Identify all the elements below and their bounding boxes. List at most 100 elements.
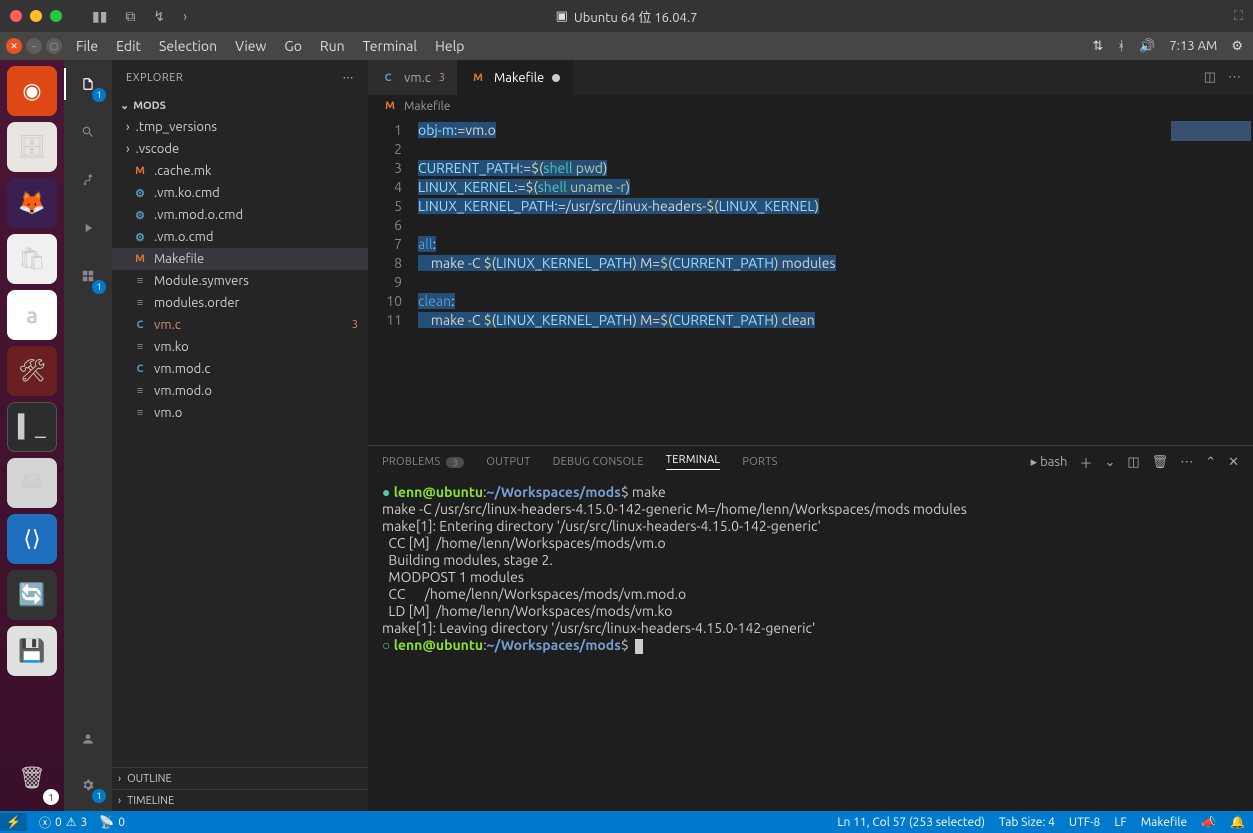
terminal-app[interactable]: ▍_ [7,402,57,452]
language-mode[interactable]: Makefile [1141,816,1187,829]
maximize-window-button[interactable] [50,10,62,22]
extensions-activity[interactable]: 1 [74,262,102,290]
tab-vm.c[interactable]: Cvm.c3 [368,60,458,95]
trash-app[interactable]: 🗑 [7,753,57,803]
minimap[interactable] [1163,117,1253,445]
file-Module.symvers[interactable]: ≡Module.symvers [112,270,368,292]
maximize-panel-icon[interactable]: ⌃ [1205,455,1216,470]
breadcrumb[interactable]: M Makefile [368,95,1253,117]
feedback-icon[interactable]: 📣 [1201,815,1216,829]
menu-terminal[interactable]: Terminal [363,38,418,54]
ports-status[interactable]: 📡 0 [99,815,125,829]
source-control-activity[interactable] [74,166,102,194]
bluetooth-icon[interactable]: ᚼ [1117,39,1125,53]
wrench-icon[interactable]: ↯ [153,8,165,25]
file-.vscode[interactable]: ›.vscode [112,138,368,160]
encoding[interactable]: UTF-8 [1069,816,1100,829]
close-button[interactable]: ✕ [6,38,22,54]
more-icon[interactable]: ⋯ [343,71,355,84]
accounts-activity[interactable] [74,725,102,753]
cursor-position[interactable]: Ln 11, Col 57 (253 selected) [837,816,985,829]
close-window-button[interactable] [10,10,22,22]
vscode-app[interactable]: ⟨⟩ [7,514,57,564]
editor-area: Cvm.c3MMakefile ◫ ⋯ M Makefile 123456789… [368,60,1253,811]
file-.vm.mod.o.cmd[interactable]: ⚙.vm.mod.o.cmd [112,204,368,226]
firefox-app[interactable]: 🦊 [7,178,57,228]
clock[interactable]: 7:13 AM [1169,39,1217,53]
debug-console-tab[interactable]: DEBUG CONSOLE [553,456,644,468]
file-.vm.ko.cmd[interactable]: ⚙.vm.ko.cmd [112,182,368,204]
menu-selection[interactable]: Selection [159,38,217,54]
dash-icon[interactable]: ◉ [7,66,57,116]
chevron-right-icon: › [118,773,121,785]
devices-app[interactable]: 🖴 [7,458,57,508]
minimize-window-button[interactable] [30,10,42,22]
fullscreen-icon[interactable]: ⛶ [1234,9,1243,24]
ubuntu-launcher: ◉ 🗄 🦊 🛍 a 🛠 ▍_ 🖴 ⟨⟩ 🔄 💾 🗑 [0,60,64,811]
explorer-activity[interactable]: 1 [74,70,102,98]
software-app[interactable]: 🛍 [7,234,57,284]
file-Makefile[interactable]: MMakefile [112,248,368,270]
menu-help[interactable]: Help [435,38,464,54]
file-vm.c[interactable]: Cvm.c3 [112,314,368,336]
updater-app[interactable]: 🔄 [7,570,57,620]
output-tab[interactable]: OUTPUT [486,456,530,468]
tab-Makefile[interactable]: MMakefile [458,60,573,95]
floppy-app[interactable]: 💾 [7,626,57,676]
file-modules.order[interactable]: ≡modules.order [112,292,368,314]
settings-badge: 1 [92,789,106,803]
menu-edit[interactable]: Edit [116,38,141,54]
timeline-section[interactable]: ›TIMELINE [112,789,368,811]
menu-view[interactable]: View [235,38,266,54]
file-vm.mod.o[interactable]: ≡vm.mod.o [112,380,368,402]
search-activity[interactable] [74,118,102,146]
tab-size[interactable]: Tab Size: 4 [999,816,1055,829]
split-terminal-icon[interactable]: ◫ [1127,455,1139,470]
more-icon[interactable]: ⋯ [1180,455,1193,470]
chevron-right-icon[interactable]: › [183,8,187,25]
file-icon: M [470,72,486,84]
kill-terminal-icon[interactable]: 🗑 [1152,455,1169,470]
pause-icon[interactable]: ▮▮ [92,8,107,25]
shell-label[interactable]: ▸ bash [1031,455,1068,470]
menu-run[interactable]: Run [320,38,345,54]
notifications-icon[interactable]: 🔔 [1230,815,1245,829]
explorer-section-header[interactable]: ⌄ MODS [112,95,368,116]
file-vm.o[interactable]: ≡vm.o [112,402,368,424]
code-content[interactable]: obj-m:=vm.oCURRENT_PATH:=$(shell pwd)LIN… [418,117,1253,445]
volume-icon[interactable]: 🔊 [1139,39,1155,54]
file-.vm.o.cmd[interactable]: ⚙.vm.o.cmd [112,226,368,248]
problems-tab[interactable]: PROBLEMS3 [382,456,464,468]
new-terminal-icon[interactable]: ＋ [1079,453,1092,472]
close-panel-icon[interactable]: ✕ [1228,455,1239,470]
settings-activity[interactable]: 1 [74,771,102,799]
file-.tmp_versions[interactable]: ›.tmp_versions [112,116,368,138]
more-icon[interactable]: ⋯ [1228,70,1241,85]
outline-section[interactable]: ›OUTLINE [112,767,368,789]
gear-icon[interactable]: ⚙ [1231,39,1243,54]
terminal-body[interactable]: ● lenn@ubuntu:~/Workspaces/mods$ makemak… [368,478,1253,811]
errors-status[interactable]: ⓧ 0 ⚠ 3 [39,814,87,831]
file-icon: M [132,165,148,177]
file-.cache.mk[interactable]: M.cache.mk [112,160,368,182]
run-debug-activity[interactable] [74,214,102,242]
network-icon[interactable]: ⇅ [1093,39,1104,54]
maximize-button[interactable]: ▢ [46,38,62,54]
file-vm.mod.c[interactable]: Cvm.mod.c [112,358,368,380]
amazon-app[interactable]: a [7,290,57,340]
breadcrumb-label: Makefile [404,100,450,113]
settings-app[interactable]: 🛠 [7,346,57,396]
terminal-tab[interactable]: TERMINAL [666,454,721,470]
eol[interactable]: LF [1114,816,1126,829]
minimize-button[interactable]: – [26,38,42,54]
snapshot-icon[interactable]: ⧉ [125,8,135,25]
files-app[interactable]: 🗄 [7,122,57,172]
code-editor[interactable]: 1234567891011 obj-m:=vm.oCURRENT_PATH:=$… [368,117,1253,445]
ports-tab[interactable]: PORTS [742,456,777,468]
remote-button[interactable]: ⚡ [0,813,27,831]
split-editor-icon[interactable]: ◫ [1204,70,1216,85]
file-vm.ko[interactable]: ≡vm.ko [112,336,368,358]
menu-file[interactable]: File [76,38,98,54]
terminal-dropdown-icon[interactable]: ⌄ [1104,455,1115,470]
menu-go[interactable]: Go [284,38,301,54]
